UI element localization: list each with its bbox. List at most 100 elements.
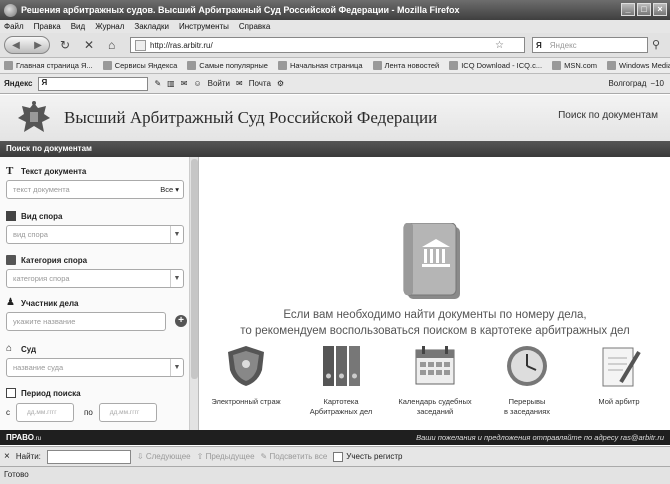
bookmark-item[interactable]: Сервисы Яндекса bbox=[102, 61, 177, 70]
find-prev-button[interactable]: ⇧ Предыдущее bbox=[197, 452, 255, 461]
bookmark-item[interactable]: Начальная страница bbox=[277, 61, 363, 70]
menu-help[interactable]: Справка bbox=[239, 22, 270, 31]
hint-line-1: Если вам необходимо найти документы по н… bbox=[283, 309, 587, 321]
menu-file[interactable]: Файл bbox=[4, 22, 24, 31]
filter-label: Текст документа bbox=[21, 166, 87, 176]
yandex-search-input[interactable]: Я bbox=[38, 76, 149, 91]
reload-icon[interactable]: ↻ bbox=[60, 38, 70, 52]
coat-of-arms-icon bbox=[18, 101, 50, 132]
text-icon: T bbox=[6, 165, 14, 177]
mail-icon[interactable]: ✉ bbox=[236, 79, 243, 88]
chevron-down-icon[interactable]: ▼ bbox=[170, 226, 183, 243]
yandex-login-link[interactable]: Войти bbox=[208, 79, 230, 88]
window-controls: _ □ × bbox=[621, 3, 667, 16]
shield-icon bbox=[228, 346, 264, 386]
add-participant-icon[interactable]: + bbox=[175, 315, 187, 327]
close-icon[interactable]: × bbox=[4, 451, 10, 462]
stop-icon[interactable]: ✕ bbox=[84, 38, 94, 52]
speech-icon[interactable]: ✉ bbox=[181, 79, 188, 88]
home-icon[interactable]: ⌂ bbox=[108, 38, 115, 52]
search-icon[interactable]: ⚲ bbox=[652, 38, 660, 51]
maximize-button[interactable]: □ bbox=[637, 3, 651, 16]
browser-search-box[interactable]: Я Яндекс bbox=[532, 37, 648, 53]
menu-bar: Файл Правка Вид Журнал Закладки Инструме… bbox=[0, 20, 670, 33]
document-search-link[interactable]: Поиск по документам bbox=[558, 110, 658, 121]
weather-temp: −10 bbox=[650, 79, 664, 88]
favicon-icon bbox=[372, 61, 382, 70]
feedback-email-link[interactable]: ras@arbitr.ru bbox=[620, 433, 664, 442]
highlighter-icon: ✎ bbox=[260, 452, 268, 461]
filter-document-text: T Текст документа текст документа Все ▾ bbox=[6, 165, 184, 199]
menu-bookmarks[interactable]: Закладки bbox=[134, 22, 169, 31]
weather-city: Волгоград bbox=[608, 79, 647, 88]
pencil-icon[interactable]: ✎ bbox=[154, 79, 161, 88]
close-button[interactable]: × bbox=[653, 3, 667, 16]
main-content: Если вам необходимо найти документы по н… bbox=[200, 157, 670, 430]
bookmark-item[interactable]: Windows Media bbox=[607, 61, 670, 70]
find-input[interactable] bbox=[46, 449, 131, 464]
menu-view[interactable]: Вид bbox=[71, 22, 85, 31]
back-arrow-icon[interactable]: ◀ bbox=[12, 40, 20, 51]
site-identity-icon[interactable] bbox=[135, 39, 146, 51]
case-file-book-icon[interactable] bbox=[400, 223, 464, 303]
date-to-input[interactable]: дд.мм.гггг bbox=[98, 403, 157, 422]
firefox-icon bbox=[4, 3, 17, 17]
match-case-checkbox[interactable]: Учесть регистр bbox=[333, 451, 402, 462]
bookmark-item[interactable]: Главная страница Я... bbox=[4, 61, 93, 70]
filter-label: Категория спора bbox=[21, 255, 88, 265]
menu-edit[interactable]: Правка bbox=[34, 22, 61, 31]
find-next-button[interactable]: ⇩ Следующее bbox=[137, 452, 191, 461]
highlight-all-button[interactable]: ✎ Подсветить все bbox=[261, 452, 328, 461]
site-header: Высший Арбитражный Суд Российской Федера… bbox=[0, 95, 670, 141]
back-forward-buttons[interactable]: ◀ ▶ bbox=[4, 36, 50, 54]
minimize-button[interactable]: _ bbox=[621, 3, 635, 16]
yandex-logo[interactable]: Яндекс bbox=[4, 79, 32, 88]
filter-label: Суд bbox=[21, 344, 37, 354]
dispute-category-select[interactable]: категория спора ▼ bbox=[6, 269, 184, 288]
site-footer: ПРАВО.ru Ваши пожелания и предложения от… bbox=[0, 430, 670, 445]
binders-icon bbox=[323, 346, 360, 386]
date-from-input[interactable]: дд.мм.гггг bbox=[16, 403, 74, 422]
bookmark-item[interactable]: Самые популярные bbox=[187, 61, 268, 70]
tile-court-calendar[interactable]: Календарь судебных заседаний bbox=[390, 344, 480, 417]
tile-my-arbitrator[interactable]: Мой арбитр bbox=[574, 344, 664, 407]
navigation-bar: ◀ ▶ ↻ ✕ ⌂ http://ras.arbitr.ru/ ☆ Я Янде… bbox=[0, 33, 670, 58]
scrollbar-thumb[interactable] bbox=[191, 159, 198, 379]
menu-history[interactable]: Журнал bbox=[95, 22, 124, 31]
login-icon[interactable]: ☺ bbox=[193, 79, 201, 88]
hint-line-2: то рекомендуем воспользоваться поиском в… bbox=[240, 325, 630, 337]
favicon-icon bbox=[4, 61, 13, 70]
yandex-mail-link[interactable]: Почта bbox=[249, 79, 271, 88]
filter-court: ⌂ Суд название суда ▼ bbox=[6, 343, 184, 377]
tile-breaks-in-hearings[interactable]: Перерывы в заседаниях bbox=[482, 344, 572, 417]
bookmarks-toolbar: Главная страница Я... Сервисы Яндекса Са… bbox=[0, 58, 670, 74]
sidebar-scrollbar[interactable] bbox=[189, 157, 198, 430]
bookmark-item[interactable]: ICQ Download - ICQ.c... bbox=[449, 61, 542, 70]
find-label: Найти: bbox=[15, 452, 41, 461]
court-select[interactable]: название суда ▼ bbox=[6, 358, 184, 377]
settings-icon[interactable]: ⚙ bbox=[277, 79, 284, 88]
bookmark-star-icon[interactable]: ☆ bbox=[495, 40, 504, 51]
chart-icon[interactable]: ▥ bbox=[167, 79, 175, 88]
pravo-logo[interactable]: ПРАВО.ru bbox=[6, 433, 41, 442]
tile-case-files[interactable]: Картотека Арбитражных дел bbox=[296, 344, 386, 417]
tile-electronic-guard[interactable]: Электронный страж bbox=[201, 344, 291, 407]
scope-dropdown[interactable]: Все ▾ bbox=[160, 185, 179, 194]
menu-tools[interactable]: Инструменты bbox=[179, 22, 229, 31]
weather-widget[interactable]: Волгоград −10 bbox=[608, 79, 664, 88]
search-placeholder: Яндекс bbox=[549, 40, 577, 50]
forward-arrow-icon[interactable]: ▶ bbox=[34, 40, 42, 51]
participant-input[interactable]: укажите название bbox=[6, 312, 166, 331]
chevron-down-icon[interactable]: ▼ bbox=[170, 270, 183, 287]
url-bar[interactable]: http://ras.arbitr.ru/ ☆ bbox=[130, 37, 525, 53]
bookmark-item[interactable]: MSN.com bbox=[552, 61, 597, 70]
dispute-type-select[interactable]: вид спора ▼ bbox=[6, 225, 184, 244]
period-from-label: с bbox=[6, 408, 10, 417]
bookmark-item[interactable]: Лента новостей bbox=[372, 61, 439, 70]
document-text-input[interactable]: текст документа Все ▾ bbox=[6, 180, 184, 199]
search-engine-icon[interactable]: Я bbox=[536, 41, 542, 50]
favicon-icon bbox=[552, 61, 562, 70]
search-filters-sidebar: T Текст документа текст документа Все ▾ … bbox=[0, 157, 199, 430]
chevron-down-icon[interactable]: ▼ bbox=[170, 359, 183, 376]
window-title: Решения арбитражных судов. Высший Арбитр… bbox=[21, 5, 460, 15]
